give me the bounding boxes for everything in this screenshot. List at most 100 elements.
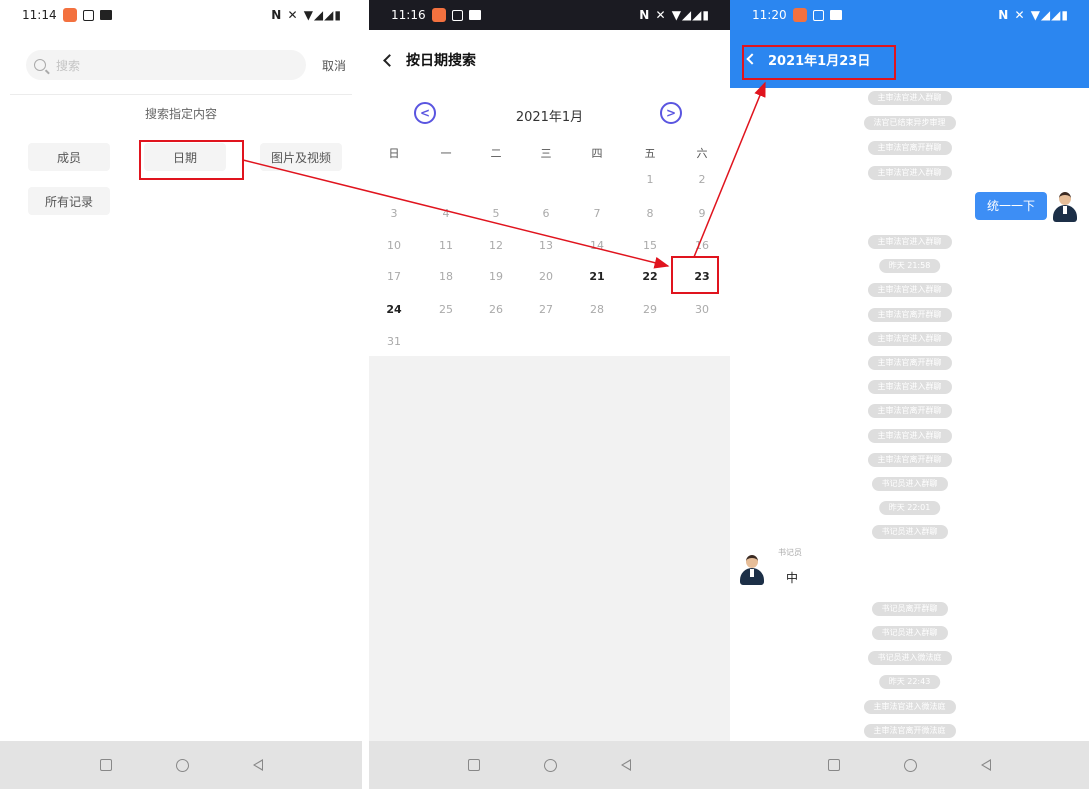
home-icon[interactable]	[175, 758, 189, 772]
back-arrow-icon[interactable]	[383, 53, 396, 67]
calendar-day[interactable]: 19	[481, 270, 511, 283]
sender-name: 书记员	[778, 548, 802, 557]
calendar-day[interactable]: 31	[379, 335, 409, 348]
calendar-day[interactable]: 18	[431, 270, 461, 283]
status-time: 11:14	[22, 8, 57, 22]
system-message-pill: 书记员进入微法庭	[867, 650, 952, 665]
calendar-day[interactable]: 6	[531, 207, 561, 220]
sender-avatar[interactable]	[738, 555, 766, 587]
app-notification-icon	[792, 8, 807, 22]
calendar-day[interactable]: 8	[635, 207, 665, 220]
my-message-bubble[interactable]: 统一一下	[974, 192, 1047, 220]
calendar-day[interactable]: 7	[582, 207, 612, 220]
filter-all-records-button[interactable]: 所有记录	[28, 187, 110, 215]
avatar-head	[1059, 192, 1071, 205]
next-month-button[interactable]: >	[660, 102, 682, 124]
calendar-day[interactable]: 27	[531, 303, 561, 316]
page-header: 按日期搜索	[369, 30, 730, 90]
signal-icons: N ✕ ▼◢◢▮	[271, 8, 342, 22]
chat-header: 2021年1月23日	[730, 30, 1089, 88]
calendar-day[interactable]: 28	[582, 303, 612, 316]
system-nav-bar	[369, 741, 730, 789]
status-time: 11:16	[391, 8, 426, 22]
calendar-day[interactable]: 26	[481, 303, 511, 316]
calendar-day[interactable]: 9	[687, 207, 717, 220]
calendar-day[interactable]: 5	[481, 207, 511, 220]
screenshot-icon	[451, 9, 463, 21]
signal-icons: N ✕ ▼◢◢▮	[998, 8, 1069, 22]
status-bar: 11:16 N ✕ ▼◢◢▮	[369, 0, 730, 30]
recent-apps-icon[interactable]	[468, 759, 480, 771]
calendar-day[interactable]: 30	[687, 303, 717, 316]
home-icon[interactable]	[544, 758, 557, 772]
calendar-day[interactable]: 10	[379, 239, 409, 252]
search-input[interactable]: 搜索	[26, 50, 306, 80]
calendar-day[interactable]: 23	[687, 270, 717, 283]
search-icon	[34, 59, 46, 71]
image-icon	[829, 10, 842, 20]
back-arrow-icon[interactable]	[746, 53, 758, 65]
filter-date-button[interactable]: 日期	[144, 143, 226, 171]
filter-members-button[interactable]: 成员	[28, 143, 110, 171]
search-screen: 11:14 N ✕ ▼◢◢▮ 搜索 取消 搜索指定内容 成员 日期 图片及视频 …	[0, 0, 362, 789]
home-icon[interactable]	[904, 758, 917, 772]
system-message-pill: 主审法官离开群聊	[867, 404, 952, 419]
system-message-pill: 主审法官离开群聊	[867, 141, 952, 155]
calendar-day[interactable]: 16	[687, 239, 717, 252]
system-message-pill: 书记员离开群聊	[871, 602, 948, 616]
system-nav-bar	[730, 741, 1089, 789]
status-bar: 11:20 N ✕ ▼◢◢▮	[730, 0, 1089, 30]
calendar-day[interactable]: 13	[531, 239, 561, 252]
calendar-day[interactable]: 11	[431, 239, 461, 252]
screenshot-icon	[812, 9, 824, 21]
status-time: 11:20	[752, 8, 787, 22]
calendar-day[interactable]: 22	[635, 270, 665, 283]
system-message-pill: 主审法官进入群聊	[867, 235, 952, 249]
weekday-header: 二	[490, 147, 502, 160]
calendar-day[interactable]: 2	[687, 173, 717, 186]
calendar-day[interactable]: 17	[379, 270, 409, 283]
weekday-header: 日	[388, 147, 400, 160]
filter-media-button[interactable]: 图片及视频	[260, 143, 342, 171]
system-message-pill: 主审法官离开群聊	[867, 356, 952, 370]
system-message-pill: 主审法官进入群聊	[867, 428, 952, 443]
back-icon[interactable]	[252, 759, 263, 771]
calendar: < 2021年1月 > 日一二三四五六 1 2 3 4 5 6 7 8 9 10 11 12 13 14 15…	[369, 90, 730, 356]
chat-date-title: 2021年1月23日	[768, 53, 871, 69]
calendar-day[interactable]: 3	[379, 207, 409, 220]
system-nav-bar	[0, 741, 362, 789]
calendar-day[interactable]: 15	[635, 239, 665, 252]
recent-apps-icon[interactable]	[99, 759, 112, 771]
app-notification-icon	[431, 8, 446, 22]
calendar-day[interactable]: 21	[582, 270, 612, 283]
calendar-day[interactable]: 4	[431, 207, 461, 220]
avatar-head	[746, 555, 758, 568]
recent-apps-icon[interactable]	[828, 759, 840, 771]
calendar-day[interactable]: 25	[431, 303, 461, 316]
avatar-tie	[1063, 206, 1067, 214]
weekday-header: 一	[440, 147, 452, 160]
divider	[10, 94, 352, 95]
system-message-pill: 昨天 22:01	[878, 501, 941, 516]
screenshot-icon	[82, 9, 94, 21]
calendar-day[interactable]: 12	[481, 239, 511, 252]
calendar-day[interactable]: 24	[379, 303, 409, 316]
image-icon	[99, 10, 112, 20]
signal-icons: N ✕ ▼◢◢▮	[639, 8, 710, 22]
back-icon[interactable]	[981, 759, 991, 771]
system-message-pill: 主审法官进入群聊	[867, 380, 952, 395]
search-row: 搜索 取消	[26, 50, 352, 80]
app-notification-icon	[62, 8, 77, 22]
my-avatar[interactable]	[1051, 192, 1079, 224]
received-message-bubble[interactable]: 中	[774, 564, 810, 592]
calendar-day[interactable]: 1	[635, 173, 665, 186]
calendar-day[interactable]: 20	[531, 270, 561, 283]
cancel-button[interactable]: 取消	[322, 57, 346, 74]
calendar-day[interactable]: 14	[582, 239, 612, 252]
system-message-pill: 主审法官离开群聊	[867, 452, 952, 467]
chat-screen: 11:20 N ✕ ▼◢◢▮ 2021年1月23日 主审法官进入群聊 法官已结束异…	[730, 0, 1089, 789]
system-message-pill: 主审法官进入群聊	[867, 331, 952, 346]
system-message-pill: 主审法官进入群聊	[867, 283, 952, 298]
calendar-day[interactable]: 29	[635, 303, 665, 316]
back-icon[interactable]	[621, 759, 631, 771]
